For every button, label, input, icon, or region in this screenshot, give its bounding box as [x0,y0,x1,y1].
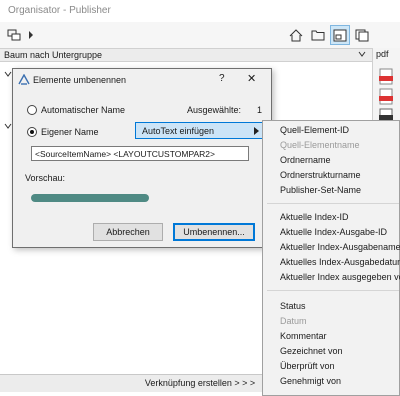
close-button[interactable]: ✕ [247,72,256,85]
menu-item-current-index-issue-name[interactable]: Aktueller Index-Ausgabename [280,242,400,252]
cancel-button[interactable]: Abbrechen [93,223,163,241]
publisher-toolbar [0,22,400,48]
menu-item-folder-structure-name[interactable]: Ordnerstrukturname [280,170,361,180]
rename-button[interactable]: Umbenennen... [173,223,255,241]
folder-icon[interactable] [308,25,328,45]
preview-label: Vorschau: [25,173,66,183]
archicad-icon [18,73,30,87]
tree-expand-icon[interactable] [4,122,12,132]
menu-item-publisher-set-name[interactable]: Publisher-Set-Name [280,185,361,195]
menu-item-current-index-issued-by[interactable]: Aktueller Index ausgegeben von [280,272,400,282]
menu-item-comment[interactable]: Kommentar [280,331,327,341]
menu-item-current-index-issue-id[interactable]: Aktuelle Index-Ausgabe-ID [280,227,387,237]
rename-button-label: Umbenennen... [183,227,245,237]
menu-item-source-element-id[interactable]: Quell-Element-ID [280,125,349,135]
menu-separator [267,203,399,204]
selected-count: 1 [257,105,263,115]
menu-item-date: Datum [280,316,307,326]
cancel-button-label: Abbrechen [106,227,150,237]
chevron-right-icon [254,127,259,137]
menu-item-status[interactable]: Status [280,301,306,311]
menu-separator [267,290,399,291]
format-column-header: pdf [376,49,389,59]
autotext-menu: Quell-Element-ID Quell-Elementname Ordne… [262,120,400,396]
custom-name-label: Eigener Name [41,127,99,137]
group-bar[interactable]: Baum nach Untergruppe [0,48,400,62]
tree-expand-icon[interactable] [4,70,12,80]
auto-name-label: Automatischer Name [41,105,126,115]
window-title: Organisator - Publisher [8,5,111,16]
name-input[interactable]: <SourceItemName> <LAYOUTCUSTOMPAR2> [31,146,249,161]
pdf-file-icon [379,68,395,88]
menu-item-approved-by[interactable]: Genehmigt von [280,376,341,386]
menu-item-source-element-name: Quell-Elementname [280,140,360,150]
rename-dialog: Elemente umbenennen ? ✕ Automatischer Na… [12,68,272,248]
group-bar-label: Baum nach Untergruppe [4,50,103,60]
help-button[interactable]: ? [219,73,225,84]
pdf-file-icon [379,88,395,108]
menu-item-current-index-id[interactable]: Aktuelle Index-ID [280,212,349,222]
chevron-right-icon[interactable] [26,25,36,45]
autotext-button[interactable]: AutoText einfügen [135,122,265,139]
autotext-button-label: AutoText einfügen [142,125,215,136]
menu-item-current-index-issue-date[interactable]: Aktuelles Index-Ausgabedatum [280,257,400,267]
menu-item-drawn-by[interactable]: Gezeichnet von [280,346,343,356]
publisher-set-icon[interactable] [4,25,26,45]
publisher-titlebar: Organisator - Publisher [0,0,400,22]
custom-name-radio[interactable] [27,127,37,137]
preview-text [31,194,149,202]
chevron-down-icon[interactable] [358,50,366,60]
selected-label: Ausgewählte: [187,105,242,115]
dialog-title: Elemente umbenennen [33,75,127,85]
menu-item-checked-by[interactable]: Überprüft von [280,361,335,371]
copy-icon[interactable] [352,25,372,45]
layout-icon[interactable] [330,25,350,45]
auto-name-radio[interactable] [27,105,37,115]
house-icon[interactable] [286,25,306,45]
menu-item-folder-name[interactable]: Ordnername [280,155,331,165]
